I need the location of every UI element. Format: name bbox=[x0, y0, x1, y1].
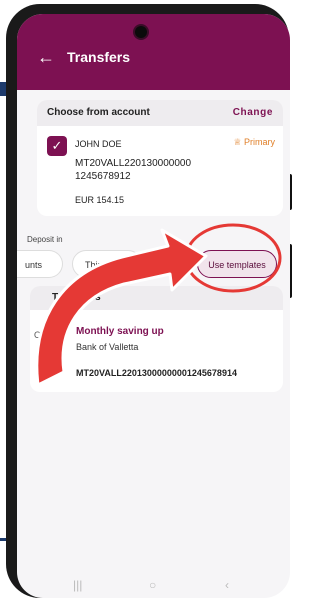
account-card-header: Choose from account Change bbox=[37, 100, 283, 126]
template-avatar: O bbox=[34, 330, 42, 340]
recent-apps-icon[interactable]: ||| bbox=[73, 578, 82, 592]
chip-third-party[interactable]: Third bbox=[72, 250, 142, 278]
template-bank: Bank of Valletta bbox=[76, 342, 139, 352]
deposit-in-label: Deposit in bbox=[27, 235, 63, 244]
back-arrow-icon[interactable]: ← bbox=[37, 48, 55, 66]
primary-badge: ♕ Primary bbox=[233, 137, 275, 148]
account-card: Choose from account Change ✓ JOHN DOE ♕ … bbox=[37, 100, 283, 216]
template-iban: MT20VALL22013000000001245678914 bbox=[76, 368, 237, 378]
front-camera bbox=[135, 26, 147, 38]
crown-icon: ♕ bbox=[233, 137, 242, 147]
templates-title: Templates bbox=[52, 292, 101, 303]
account-number: MT20VALL220130000000 1245678912 bbox=[75, 158, 192, 182]
templates-header: Templates bbox=[30, 286, 283, 310]
system-nav-bar: ||| ○ ‹ bbox=[17, 576, 290, 598]
primary-label: Primary bbox=[244, 137, 275, 147]
template-name[interactable]: Monthly saving up bbox=[76, 326, 164, 337]
use-templates-button[interactable]: Use templates bbox=[197, 250, 277, 278]
app-screen: ← Transfers Choose from account Change ✓… bbox=[17, 14, 290, 598]
checkbox-checked-icon[interactable]: ✓ bbox=[47, 136, 67, 156]
page-title: Transfers bbox=[67, 49, 131, 65]
app-bar: ← Transfers bbox=[17, 14, 290, 90]
choose-account-label: Choose from account bbox=[47, 107, 150, 118]
account-balance: EUR 154.15 bbox=[75, 195, 125, 205]
phone-frame: ← Transfers Choose from account Change ✓… bbox=[6, 4, 292, 598]
account-holder-name: JOHN DOE bbox=[75, 139, 122, 149]
chip-my-accounts[interactable]: unts bbox=[17, 250, 63, 278]
templates-card: Templates O Monthly saving up Bank of Va… bbox=[30, 286, 283, 392]
home-icon[interactable]: ○ bbox=[149, 578, 156, 592]
change-account-button[interactable]: Change bbox=[233, 107, 273, 118]
back-nav-icon[interactable]: ‹ bbox=[225, 578, 229, 592]
